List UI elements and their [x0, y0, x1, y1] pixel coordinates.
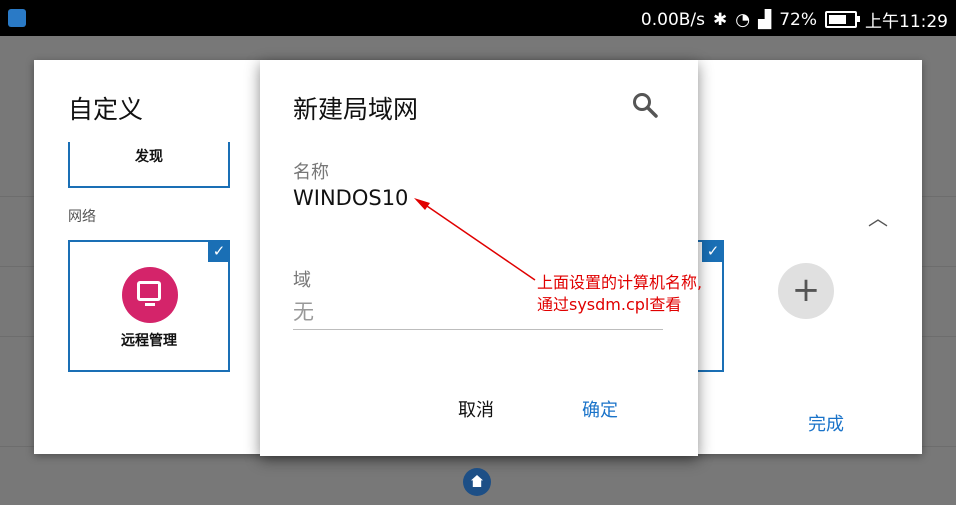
cancel-button[interactable]: 取消 [458, 396, 494, 422]
add-button[interactable]: + [778, 263, 834, 319]
status-bar: 0.00B/s ✱ ◔ ▟ 72% 上午11:29 [0, 0, 956, 36]
domain-label: 域 [293, 270, 311, 291]
monitor-icon [122, 267, 178, 323]
section-network-label: 网络 [68, 209, 96, 225]
annotation-line-2: 通过sysdm.cpl查看 [537, 295, 682, 314]
name-label: 名称 [293, 162, 329, 183]
home-icon[interactable] [463, 468, 491, 496]
panel-title: 自定义 [68, 95, 144, 124]
checkmark-icon[interactable]: ✓ [702, 240, 724, 262]
card-label: 发现 [135, 149, 163, 165]
clock: 上午11:29 [865, 12, 948, 32]
domain-underline [293, 329, 663, 330]
name-input[interactable]: WINDOS10 [293, 186, 408, 210]
bluetooth-icon: ✱ [713, 9, 728, 30]
search-icon[interactable] [632, 92, 658, 118]
chevron-up-icon[interactable]: ︿ [868, 202, 888, 231]
network-speed: 0.00B/s [640, 9, 706, 30]
signal-icon: ▟ [758, 9, 772, 30]
annotation-text: 上面设置的计算机名称, 通过sysdm.cpl查看 [537, 272, 702, 316]
battery-percent: 72% [779, 9, 817, 30]
card-remote-management[interactable]: ✓ 远程管理 [68, 240, 230, 372]
card-discover[interactable]: 发现 [68, 142, 230, 188]
new-lan-dialog: 新建局域网 名称 WINDOS10 域 无 取消 确定 [260, 60, 698, 456]
annotation-line-1: 上面设置的计算机名称, [537, 273, 703, 292]
wifi-icon: ◔ [735, 9, 751, 30]
checkmark-icon[interactable]: ✓ [208, 240, 230, 262]
app-notification-icon [8, 9, 26, 27]
ok-button[interactable]: 确定 [582, 396, 618, 422]
dialog-title: 新建局域网 [293, 95, 419, 124]
battery-icon [825, 11, 860, 28]
done-button[interactable]: 完成 [808, 410, 844, 436]
card-label: 远程管理 [121, 333, 177, 349]
domain-input[interactable]: 无 [293, 296, 314, 326]
